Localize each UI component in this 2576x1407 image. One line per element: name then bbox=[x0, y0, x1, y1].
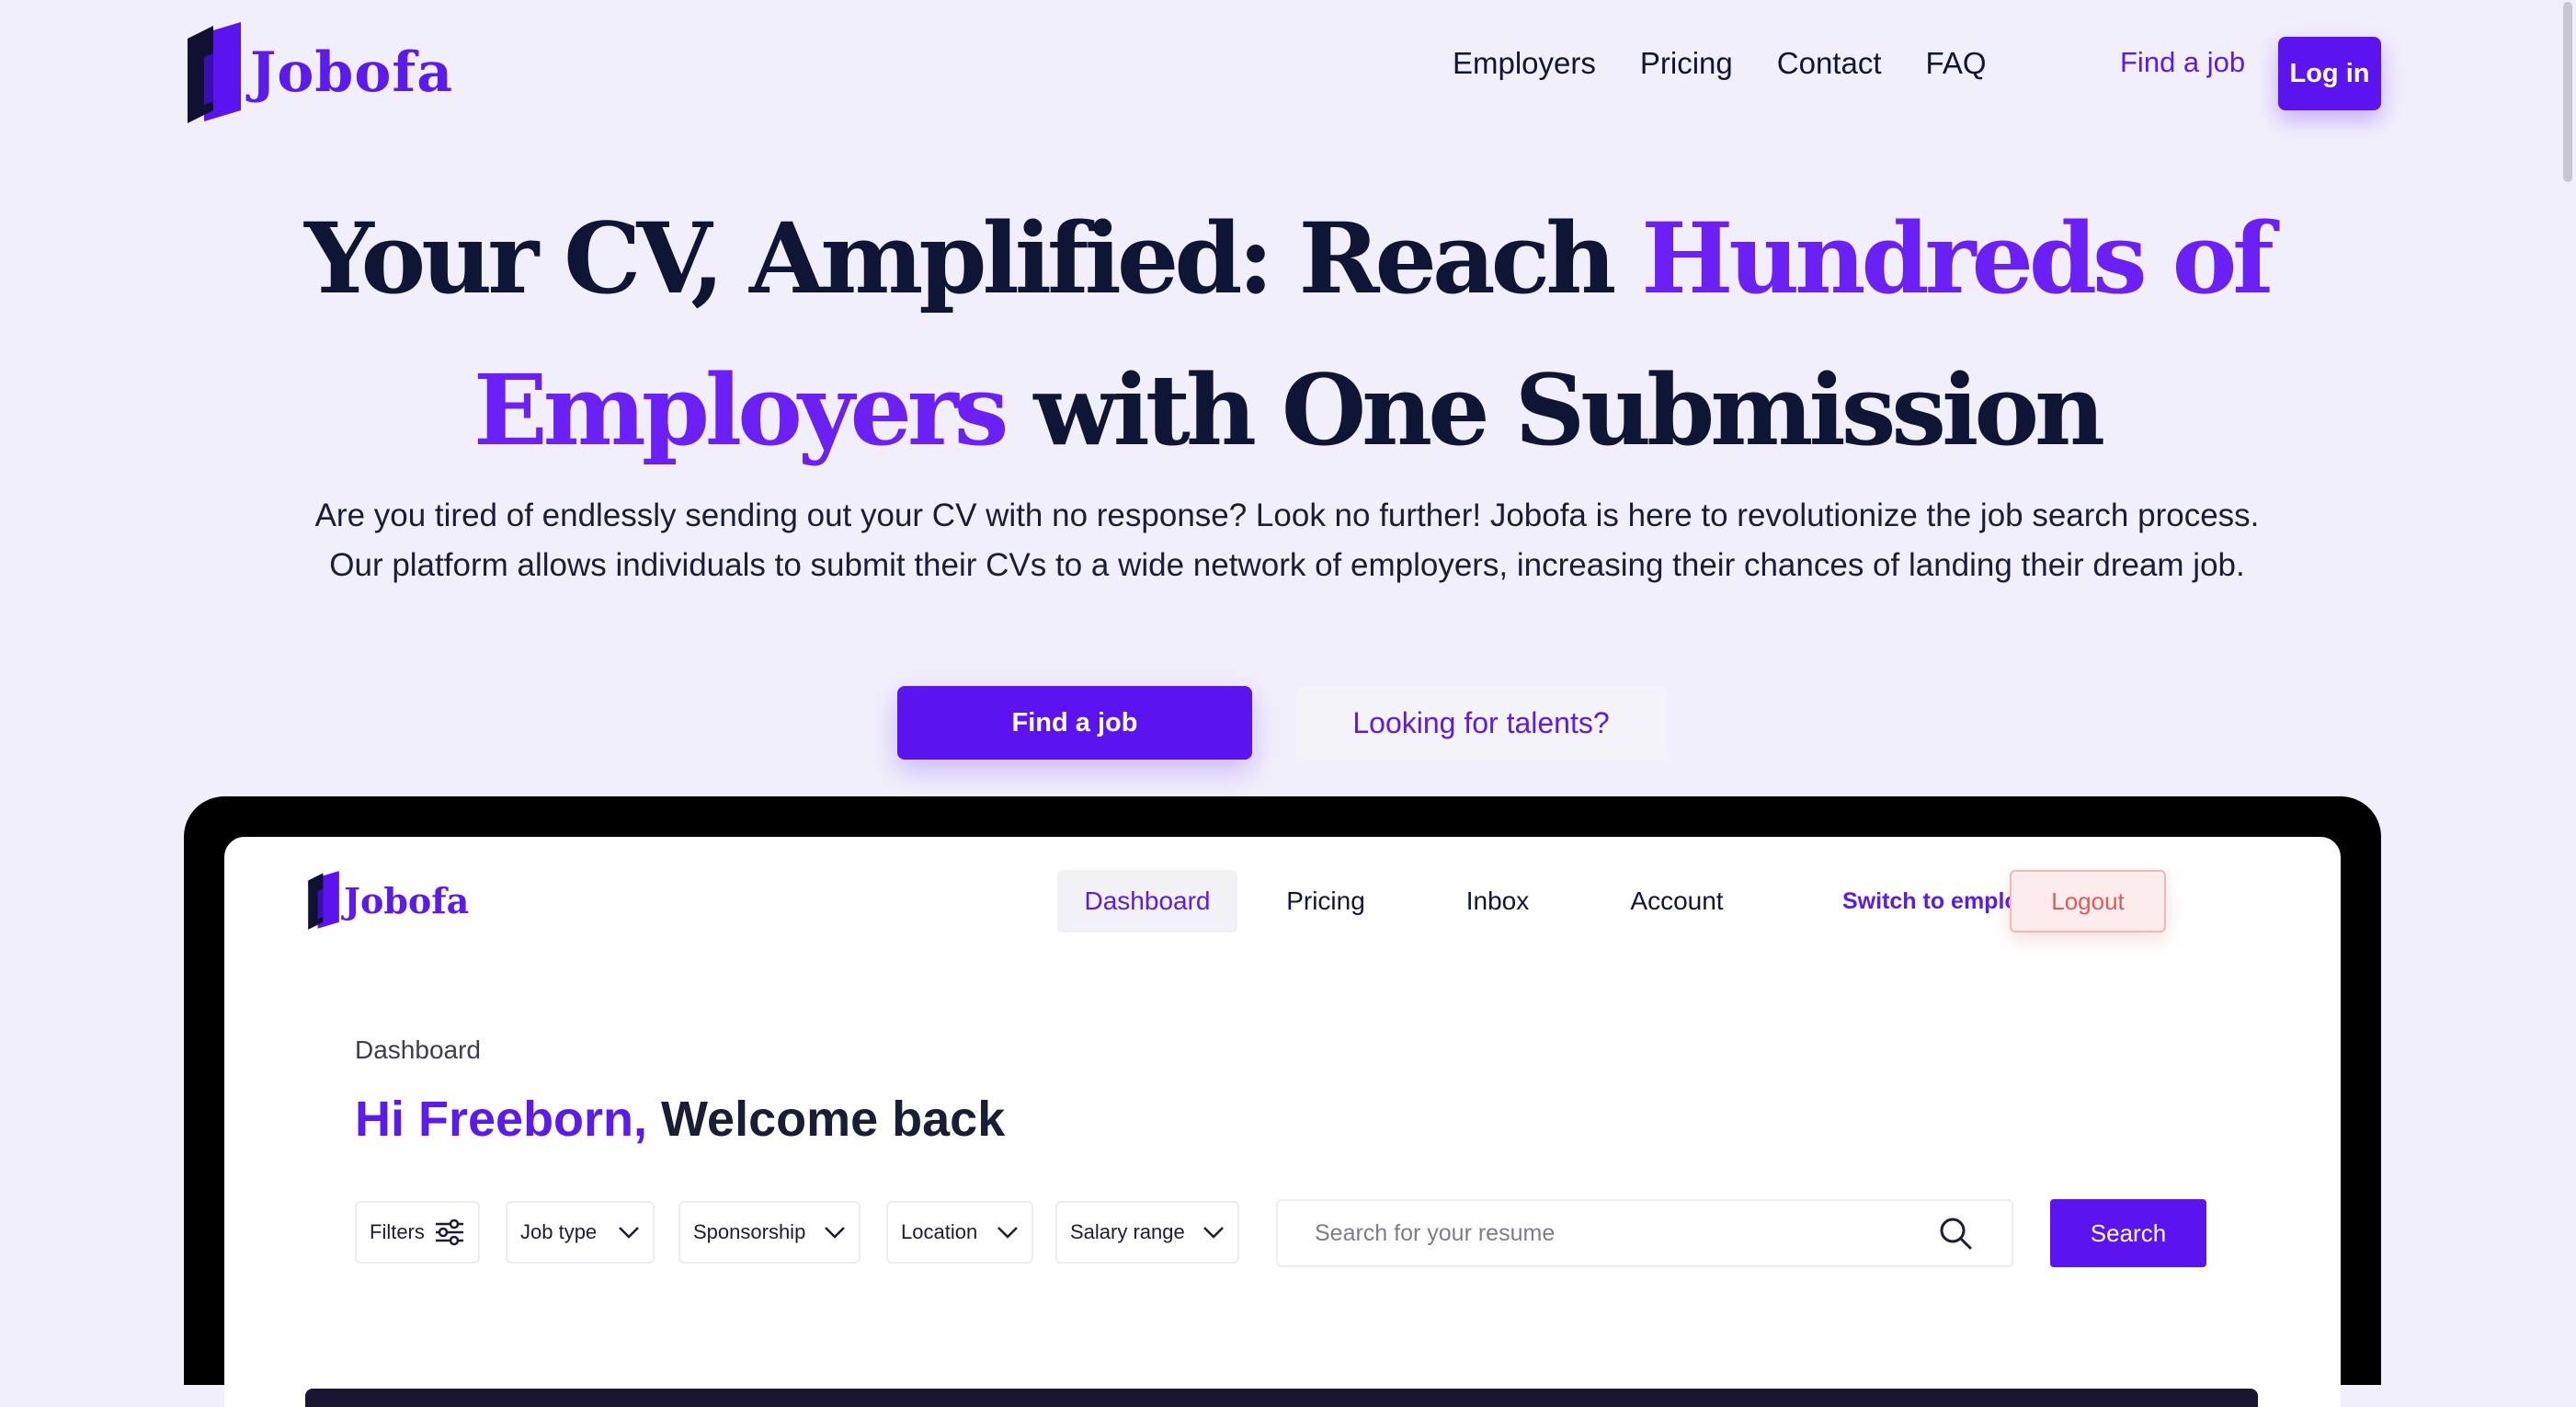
dashboard-brand-name: Jobofa bbox=[344, 879, 470, 921]
welcome-heading: Hi Freeborn, Welcome back bbox=[355, 1091, 1005, 1148]
greeting-name: Hi Freeborn, bbox=[355, 1092, 648, 1147]
dashboard-tab-account[interactable]: Account bbox=[1594, 870, 1760, 932]
chevron-down-icon bbox=[1203, 1227, 1224, 1239]
dashboard-tab-dashboard[interactable]: Dashboard bbox=[1057, 870, 1237, 932]
greeting-rest: Welcome back bbox=[647, 1092, 1006, 1147]
dashboard-logo[interactable]: Jobofa bbox=[307, 870, 469, 931]
brand-logo[interactable]: Jobofa bbox=[186, 22, 453, 123]
chevron-down-icon bbox=[619, 1227, 639, 1239]
nav-link-employers[interactable]: Employers bbox=[1453, 46, 1596, 81]
nav-link-contact[interactable]: Contact bbox=[1777, 46, 1882, 81]
salary-range-dropdown[interactable]: Salary range bbox=[1055, 1201, 1239, 1264]
location-dropdown[interactable]: Location bbox=[886, 1201, 1033, 1264]
salary-range-label: Salary range bbox=[1070, 1220, 1185, 1243]
page-scrollbar[interactable] bbox=[2559, 0, 2576, 1339]
breadcrumb: Dashboard bbox=[355, 1035, 481, 1064]
filters-label: Filters bbox=[370, 1220, 425, 1243]
main-nav: Employers Pricing Contact FAQ bbox=[1453, 46, 1987, 81]
hero-subtitle: Are you tired of endlessly sending out y… bbox=[314, 498, 2260, 583]
brand-name: Jobofa bbox=[250, 40, 454, 105]
scrollbar-thumb[interactable] bbox=[2563, 2, 2572, 182]
login-button[interactable]: Log in bbox=[2278, 37, 2381, 110]
nav-link-faq[interactable]: FAQ bbox=[1926, 46, 1987, 81]
location-label: Location bbox=[901, 1220, 978, 1243]
hero-title: Your CV, Amplified: Reach Hundreds of Em… bbox=[138, 182, 2436, 486]
dashboard-tab-inbox[interactable]: Inbox bbox=[1429, 870, 1567, 932]
laptop-mockup: Jobofa Dashboard Pricing Inbox Account S… bbox=[184, 796, 2381, 1407]
dashboard-tab-pricing[interactable]: Pricing bbox=[1252, 870, 1399, 932]
sponsorship-dropdown[interactable]: Sponsorship bbox=[678, 1201, 861, 1264]
jobofa-logo-icon bbox=[308, 871, 339, 930]
sponsorship-label: Sponsorship bbox=[693, 1220, 806, 1243]
search-button[interactable]: Search bbox=[2050, 1199, 2206, 1267]
jobofa-logo-icon bbox=[188, 22, 241, 123]
nav-link-pricing[interactable]: Pricing bbox=[1640, 46, 1733, 81]
nav-find-job-link[interactable]: Find a job bbox=[2120, 46, 2245, 79]
filters-button[interactable]: Filters bbox=[355, 1201, 480, 1264]
dashboard-content-panel bbox=[305, 1389, 2258, 1407]
looking-for-talents-button[interactable]: Looking for talents? bbox=[1296, 686, 1666, 760]
job-type-dropdown[interactable]: Job type bbox=[506, 1201, 655, 1264]
chevron-down-icon bbox=[997, 1227, 1018, 1239]
hero-title-part2: with One Submission bbox=[1004, 352, 2105, 467]
search-icon[interactable] bbox=[1938, 1216, 1973, 1251]
resume-search-input[interactable] bbox=[1276, 1199, 2013, 1267]
hero-title-part1: Your CV, Amplified: Reach bbox=[304, 200, 1642, 315]
top-navigation: Jobofa Employers Pricing Contact FAQ Fin… bbox=[0, 0, 2576, 147]
find-job-button[interactable]: Find a job bbox=[897, 686, 1252, 760]
chevron-down-icon bbox=[825, 1227, 845, 1239]
dashboard-preview: Jobofa Dashboard Pricing Inbox Account S… bbox=[224, 837, 2341, 1407]
sliders-icon bbox=[436, 1218, 463, 1246]
job-type-label: Job type bbox=[520, 1220, 598, 1243]
logout-button[interactable]: Logout bbox=[2010, 870, 2166, 932]
